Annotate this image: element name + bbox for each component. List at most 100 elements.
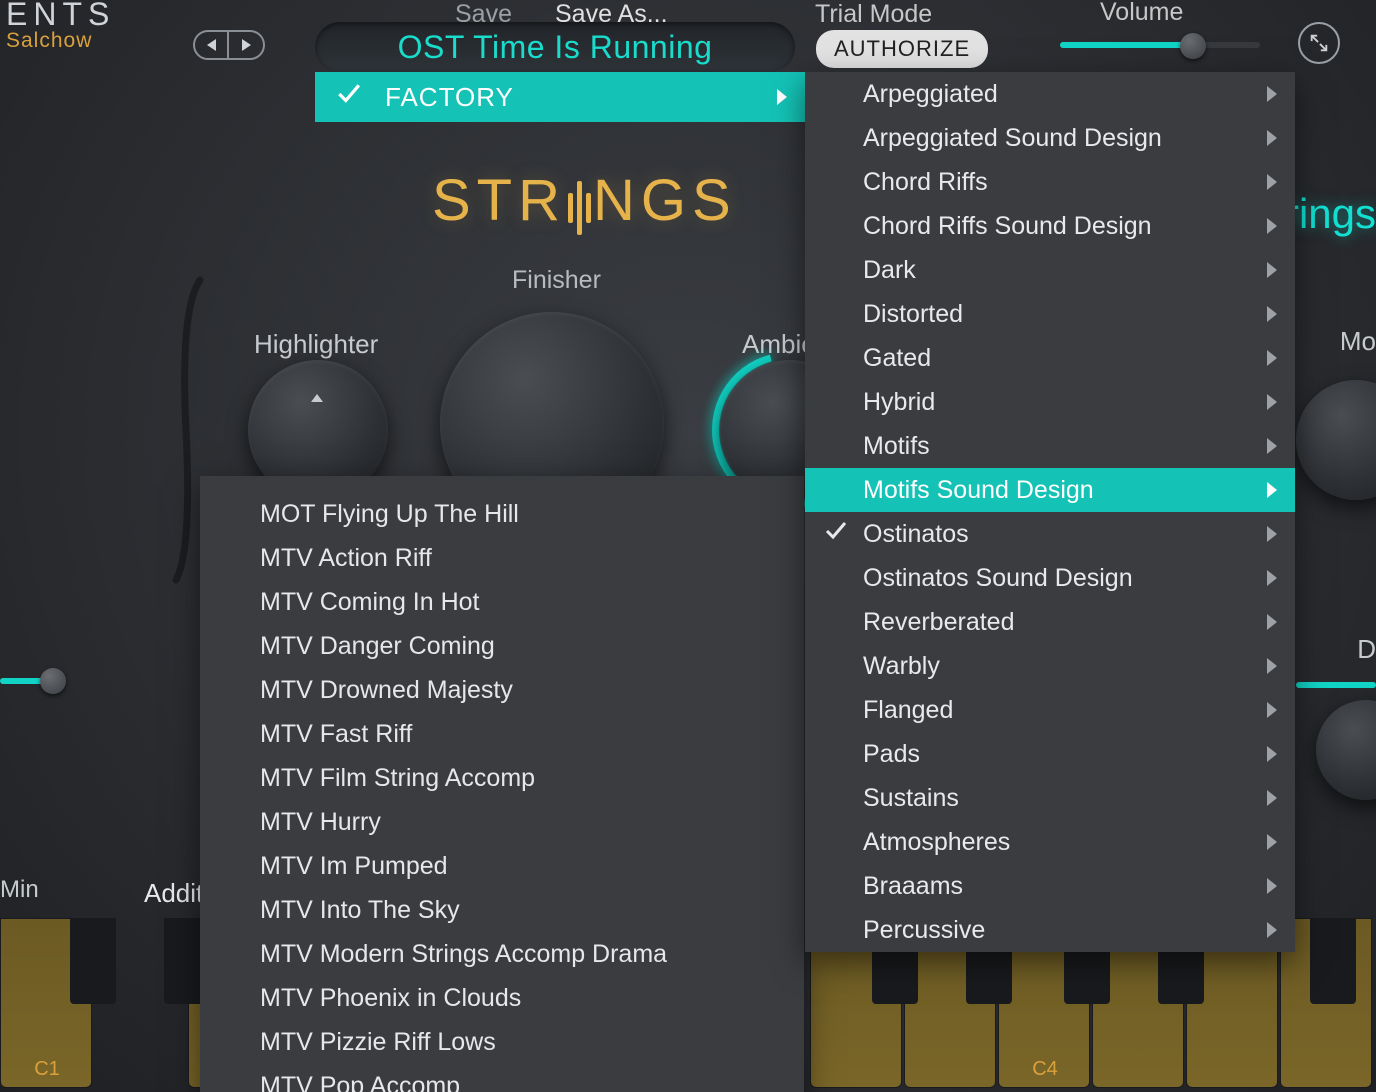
chevron-right-icon: [1267, 438, 1277, 454]
preset-item[interactable]: MTV Action Riff: [200, 536, 804, 580]
preset-item[interactable]: MTV Danger Coming: [200, 624, 804, 668]
category-label: Ostinatos Sound Design: [863, 564, 1133, 593]
category-label: Motifs: [863, 432, 930, 461]
chevron-right-icon: [1267, 790, 1277, 806]
side-knob-1[interactable]: [1296, 380, 1376, 500]
preset-item[interactable]: MTV Phoenix in Clouds: [200, 976, 804, 1020]
trial-mode-label: Trial Mode: [815, 0, 932, 29]
preset-item[interactable]: MOT Flying Up The Hill: [200, 492, 804, 536]
category-label: Warbly: [863, 652, 940, 681]
category-item[interactable]: Arpeggiated: [805, 72, 1295, 116]
category-menu: ArpeggiatedArpeggiated Sound DesignChord…: [805, 72, 1295, 952]
volume-slider[interactable]: [1060, 42, 1260, 48]
chevron-right-icon: [1267, 614, 1277, 630]
category-item[interactable]: Dark: [805, 248, 1295, 292]
chevron-right-icon: [1267, 218, 1277, 234]
tab-min[interactable]: Min: [0, 876, 39, 904]
chevron-right-icon: [1267, 922, 1277, 938]
chevron-right-icon: [1267, 570, 1277, 586]
expand-icon: [1308, 32, 1330, 54]
chevron-right-icon: [1267, 746, 1277, 762]
volume-thumb[interactable]: [1180, 33, 1206, 59]
side-slider[interactable]: [1296, 682, 1376, 688]
category-item[interactable]: Arpeggiated Sound Design: [805, 116, 1295, 160]
left-slider-thumb[interactable]: [40, 668, 66, 694]
volume-label: Volume: [1100, 0, 1183, 27]
category-label: Chord Riffs Sound Design: [863, 212, 1152, 241]
category-item[interactable]: Reverberated: [805, 600, 1295, 644]
top-bar: ENTS Salchow Save Save As... Trial Mode …: [0, 0, 1376, 80]
factory-label: FACTORY: [385, 82, 514, 113]
category-label: Flanged: [863, 696, 953, 725]
category-item[interactable]: Motifs: [805, 424, 1295, 468]
highlighter-label: Highlighter: [254, 329, 378, 360]
preset-item[interactable]: MTV Hurry: [200, 800, 804, 844]
chevron-right-icon: [1267, 306, 1277, 322]
chevron-right-icon: [1267, 834, 1277, 850]
preset-item[interactable]: MTV Im Pumped: [200, 844, 804, 888]
preset-item[interactable]: MTV Film String Accomp: [200, 756, 804, 800]
chevron-right-icon: [1267, 658, 1277, 674]
chevron-right-icon: [777, 89, 787, 105]
prev-preset-button[interactable]: [195, 32, 229, 58]
logo-bars-icon: [566, 169, 593, 237]
category-item[interactable]: Flanged: [805, 688, 1295, 732]
category-label: Dark: [863, 256, 916, 285]
logo-text-right: NGS: [593, 168, 737, 233]
product-logo: STR NGS: [432, 166, 737, 234]
finisher-label: Finisher: [512, 266, 601, 295]
preset-item[interactable]: MTV Pizzie Riff Lows: [200, 1020, 804, 1064]
category-label: Ostinatos: [863, 520, 969, 549]
category-label: Braaams: [863, 872, 963, 901]
expand-button[interactable]: [1298, 22, 1340, 64]
category-item[interactable]: Motifs Sound Design: [805, 468, 1295, 512]
category-label: Gated: [863, 344, 931, 373]
logo-text-left: STR: [432, 168, 566, 233]
category-item[interactable]: Braaams: [805, 864, 1295, 908]
preset-item[interactable]: MTV Coming In Hot: [200, 580, 804, 624]
side-mo-text: Mo: [1340, 326, 1376, 357]
category-item[interactable]: Ostinatos: [805, 512, 1295, 556]
check-icon: [335, 81, 361, 114]
category-item[interactable]: Ostinatos Sound Design: [805, 556, 1295, 600]
factory-menu-item[interactable]: FACTORY: [315, 72, 805, 122]
chevron-left-icon: [207, 39, 216, 51]
chevron-right-icon: [1267, 702, 1277, 718]
category-item[interactable]: Pads: [805, 732, 1295, 776]
chevron-right-icon: [1267, 130, 1277, 146]
chevron-right-icon: [1267, 878, 1277, 894]
key-c4-label: C4: [999, 1058, 1091, 1081]
preset-nav: [193, 30, 265, 60]
preset-item[interactable]: MTV Pop Accomp: [200, 1064, 804, 1092]
category-label: Motifs Sound Design: [863, 476, 1094, 505]
preset-name-display[interactable]: OST Time Is Running: [315, 22, 795, 72]
preset-item[interactable]: MTV Drowned Majesty: [200, 668, 804, 712]
preset-item[interactable]: MTV Modern Strings Accomp Drama: [200, 932, 804, 976]
chevron-right-icon: [1267, 262, 1277, 278]
category-item[interactable]: Sustains: [805, 776, 1295, 820]
category-item[interactable]: Chord Riffs Sound Design: [805, 204, 1295, 248]
category-label: Arpeggiated: [863, 80, 998, 109]
check-icon: [823, 519, 847, 550]
category-item[interactable]: Hybrid: [805, 380, 1295, 424]
category-item[interactable]: Percussive: [805, 908, 1295, 952]
chevron-right-icon: [242, 39, 251, 51]
side-d-text: D: [1357, 634, 1376, 665]
category-item[interactable]: Warbly: [805, 644, 1295, 688]
category-item[interactable]: Atmospheres: [805, 820, 1295, 864]
next-preset-button[interactable]: [229, 32, 263, 58]
category-item[interactable]: Distorted: [805, 292, 1295, 336]
category-label: Percussive: [863, 916, 985, 945]
knob-marker-icon: [311, 394, 323, 402]
chevron-right-icon: [1267, 174, 1277, 190]
chevron-right-icon: [1267, 350, 1277, 366]
category-label: Hybrid: [863, 388, 935, 417]
key-c1-label: C1: [1, 1058, 93, 1081]
preset-item[interactable]: MTV Fast Riff: [200, 712, 804, 756]
preset-item[interactable]: MTV Into The Sky: [200, 888, 804, 932]
category-item[interactable]: Chord Riffs: [805, 160, 1295, 204]
category-item[interactable]: Gated: [805, 336, 1295, 380]
side-rings-text: rings: [1285, 190, 1376, 238]
side-knob-2[interactable]: [1316, 700, 1376, 800]
authorize-button[interactable]: AUTHORIZE: [816, 30, 988, 68]
